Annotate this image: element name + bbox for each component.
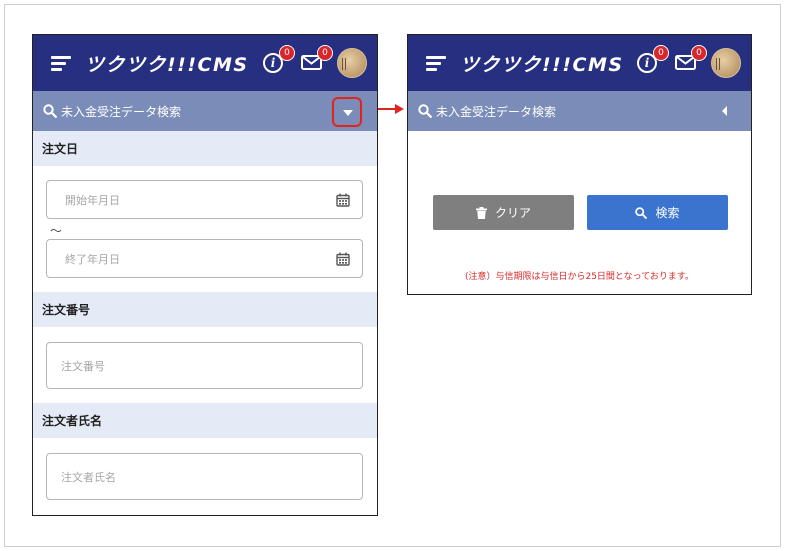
order-date-section: 注文日 bbox=[33, 131, 377, 166]
calendar-icon[interactable] bbox=[336, 193, 350, 207]
search-bar: 未入金受注データ検索 bbox=[33, 91, 377, 131]
phone-screen-expanded: ツクツク!!!CMS i 0 0 未入金受注データ検索 注文日 開始年月日 ～ … bbox=[32, 34, 378, 516]
order-number-heading: 注文番号 bbox=[42, 303, 91, 317]
orderer-name-placeholder: 注文者氏名 bbox=[61, 471, 116, 484]
app-logo[interactable]: ツクツク!!!CMS bbox=[460, 50, 624, 77]
app-header: ツクツク!!!CMS i 0 0 bbox=[408, 35, 751, 91]
mail-button[interactable]: 0 bbox=[301, 45, 333, 73]
end-date-placeholder: 終了年月日 bbox=[65, 253, 120, 266]
hamburger-menu-icon[interactable] bbox=[51, 56, 71, 72]
start-date-input[interactable]: 開始年月日 bbox=[46, 180, 363, 219]
search-bar-title: 未入金受注データ検索 bbox=[61, 105, 182, 119]
order-number-placeholder: 注文番号 bbox=[61, 360, 105, 373]
info-button[interactable]: i 0 bbox=[263, 45, 295, 73]
mail-button[interactable]: 0 bbox=[675, 45, 707, 73]
order-number-section: 注文番号 bbox=[33, 292, 377, 327]
end-date-input[interactable]: 終了年月日 bbox=[46, 239, 363, 278]
order-number-input[interactable]: 注文番号 bbox=[46, 342, 363, 389]
order-date-heading: 注文日 bbox=[42, 142, 79, 156]
caret-down-icon bbox=[343, 110, 353, 116]
search-icon bbox=[635, 206, 648, 219]
user-avatar[interactable] bbox=[711, 48, 741, 78]
mail-badge: 0 bbox=[317, 45, 333, 61]
search-icon bbox=[43, 104, 57, 118]
orderer-name-section: 注文者氏名 bbox=[33, 403, 377, 438]
search-bar-title: 未入金受注データ検索 bbox=[436, 105, 557, 119]
search-button-label: 検索 bbox=[655, 206, 680, 220]
orderer-name-input[interactable]: 注文者氏名 bbox=[46, 453, 363, 500]
clear-button-label: クリア bbox=[494, 206, 531, 220]
search-button[interactable]: 検索 bbox=[587, 195, 728, 230]
trash-icon bbox=[475, 206, 487, 219]
date-range-separator: ～ bbox=[50, 224, 63, 238]
clear-button[interactable]: クリア bbox=[433, 195, 574, 230]
app-logo[interactable]: ツクツク!!!CMS bbox=[85, 50, 249, 77]
search-bar[interactable]: 未入金受注データ検索 bbox=[408, 91, 751, 131]
info-button[interactable]: i 0 bbox=[637, 45, 669, 73]
search-toggle-button[interactable] bbox=[332, 97, 362, 127]
phone-screen-collapsed: ツクツク!!!CMS i 0 0 未入金受注データ検索 クリア 検索 (注意）与… bbox=[407, 34, 752, 295]
calendar-icon[interactable] bbox=[336, 252, 350, 266]
mail-badge: 0 bbox=[691, 45, 707, 61]
user-avatar[interactable] bbox=[337, 48, 367, 78]
info-badge: 0 bbox=[279, 45, 295, 61]
search-icon bbox=[418, 104, 432, 118]
hamburger-menu-icon[interactable] bbox=[426, 56, 446, 72]
credit-notice: (注意）与信期限は与信日から25日間となっております。 bbox=[464, 272, 695, 282]
caret-left-icon[interactable] bbox=[722, 106, 727, 116]
app-header: ツクツク!!!CMS i 0 0 bbox=[33, 35, 377, 91]
orderer-name-heading: 注文者氏名 bbox=[42, 414, 103, 428]
info-badge: 0 bbox=[653, 45, 669, 61]
start-date-placeholder: 開始年月日 bbox=[65, 194, 120, 207]
